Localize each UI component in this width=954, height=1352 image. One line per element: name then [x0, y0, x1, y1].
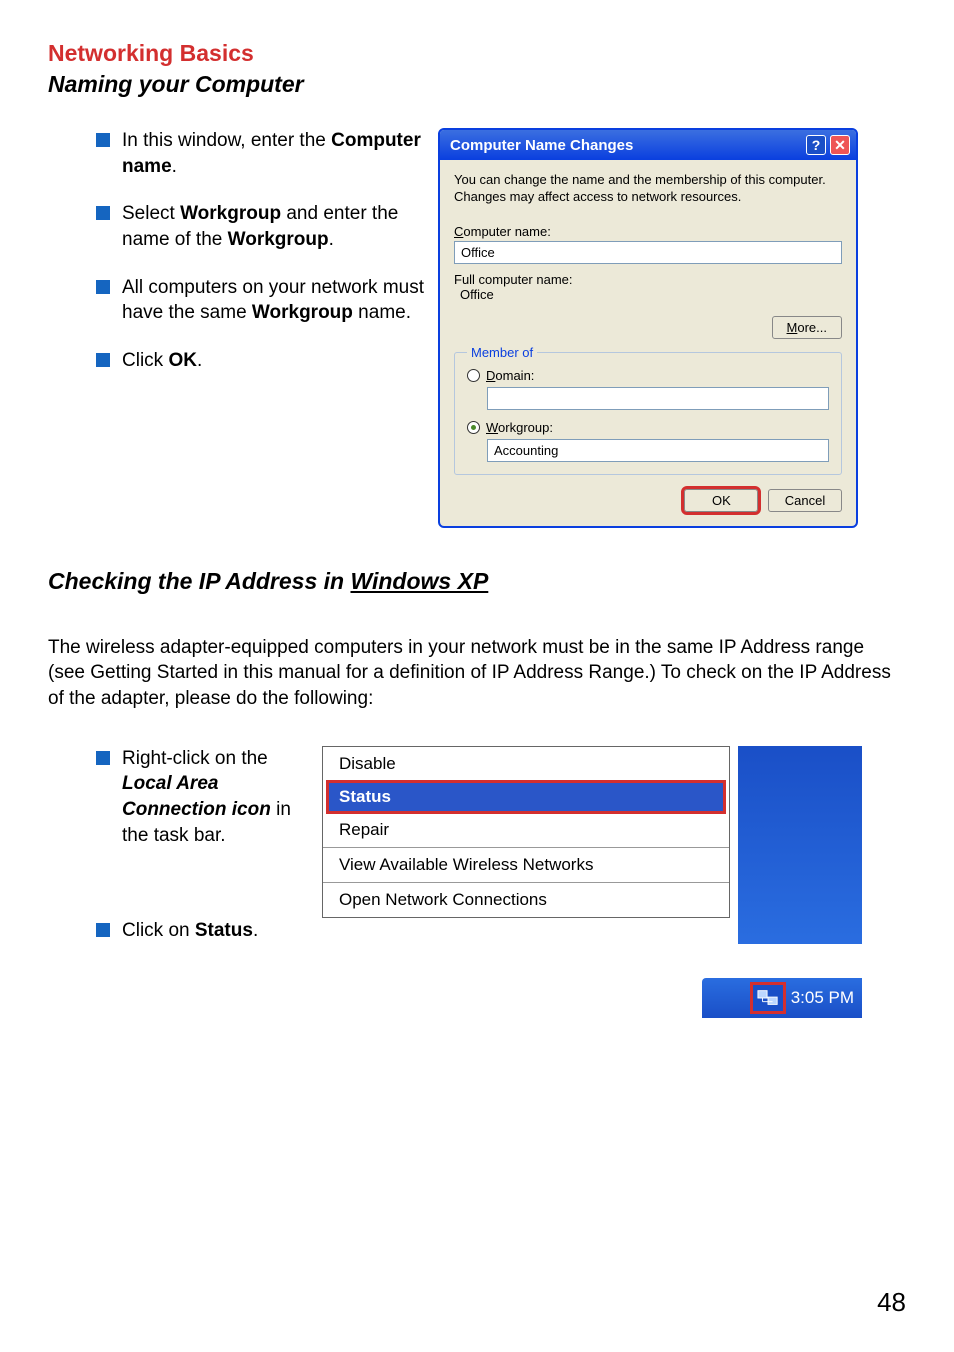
more-button[interactable]: More...	[772, 316, 842, 339]
dialog-title: Computer Name Changes	[450, 137, 633, 154]
domain-radio-row[interactable]: Domain:	[467, 368, 829, 383]
cancel-button[interactable]: Cancel	[768, 489, 842, 512]
help-icon[interactable]: ?	[806, 135, 826, 155]
section-subtitle: Naming your Computer	[48, 71, 906, 98]
instruction-text: Select Workgroup and enter the name of t…	[122, 201, 428, 252]
member-of-legend: Member of	[467, 345, 537, 360]
member-of-group: Member of Domain: Workgroup:	[454, 345, 842, 475]
menu-item-status[interactable]: Status	[329, 783, 723, 811]
taskbar-clock: 3:05 PM	[791, 988, 854, 1008]
instruction-text: Click OK.	[122, 348, 428, 374]
subsection-title: Checking the IP Address in Windows XP	[48, 568, 906, 595]
workgroup-radio-row[interactable]: Workgroup:	[467, 420, 829, 435]
ok-button[interactable]: OK	[684, 489, 758, 512]
computer-name-input[interactable]	[454, 241, 842, 264]
instruction-item: Select Workgroup and enter the name of t…	[96, 201, 428, 252]
computer-name-label: Computer name:	[454, 224, 842, 239]
taskbar: 3:05 PM	[702, 978, 862, 1018]
instruction-item: Click on Status.	[96, 918, 308, 944]
workgroup-label: Workgroup:	[486, 420, 553, 435]
desktop-strip	[738, 746, 862, 944]
workgroup-input[interactable]	[487, 439, 829, 462]
full-computer-name: Full computer name: Office	[454, 272, 842, 302]
domain-input[interactable]	[487, 387, 829, 410]
menu-item-disable[interactable]: Disable	[323, 747, 729, 781]
radio-icon[interactable]	[467, 421, 480, 434]
page-number: 48	[877, 1287, 906, 1318]
instruction-item: In this window, enter the Computer name.	[96, 128, 428, 179]
close-icon[interactable]: ✕	[830, 135, 850, 155]
instruction-text: In this window, enter the Computer name.	[122, 128, 428, 179]
dialog-description: You can change the name and the membersh…	[454, 172, 842, 206]
context-menu: Disable Status Repair View Available Wir…	[322, 746, 730, 918]
instruction-text: Right-click on the Local Area Connection…	[122, 746, 308, 849]
menu-item-view-networks[interactable]: View Available Wireless Networks	[323, 848, 729, 882]
instruction-item: Click OK.	[96, 348, 428, 374]
dialog-titlebar[interactable]: Computer Name Changes ? ✕	[440, 130, 856, 160]
bullet-icon	[96, 206, 110, 220]
bullet-icon	[96, 280, 110, 294]
instruction-item: All computers on your network must have …	[96, 275, 428, 326]
bullet-icon	[96, 133, 110, 147]
menu-item-open-connections[interactable]: Open Network Connections	[323, 883, 729, 917]
body-paragraph: The wireless adapter-equipped computers …	[48, 635, 906, 712]
domain-label: Domain:	[486, 368, 534, 383]
taskbar-screenshot: Disable Status Repair View Available Wir…	[322, 746, 862, 1014]
network-tray-icon[interactable]	[753, 985, 783, 1011]
radio-icon[interactable]	[467, 369, 480, 382]
computer-name-dialog: Computer Name Changes ? ✕ You can change…	[438, 128, 858, 528]
section-title: Networking Basics	[48, 40, 906, 67]
menu-item-repair[interactable]: Repair	[323, 813, 729, 847]
bullet-icon	[96, 923, 110, 937]
instruction-text: All computers on your network must have …	[122, 275, 428, 326]
instruction-text: Click on Status.	[122, 918, 308, 944]
instruction-item: Right-click on the Local Area Connection…	[96, 746, 308, 849]
bullet-icon	[96, 353, 110, 367]
bullet-icon	[96, 751, 110, 765]
